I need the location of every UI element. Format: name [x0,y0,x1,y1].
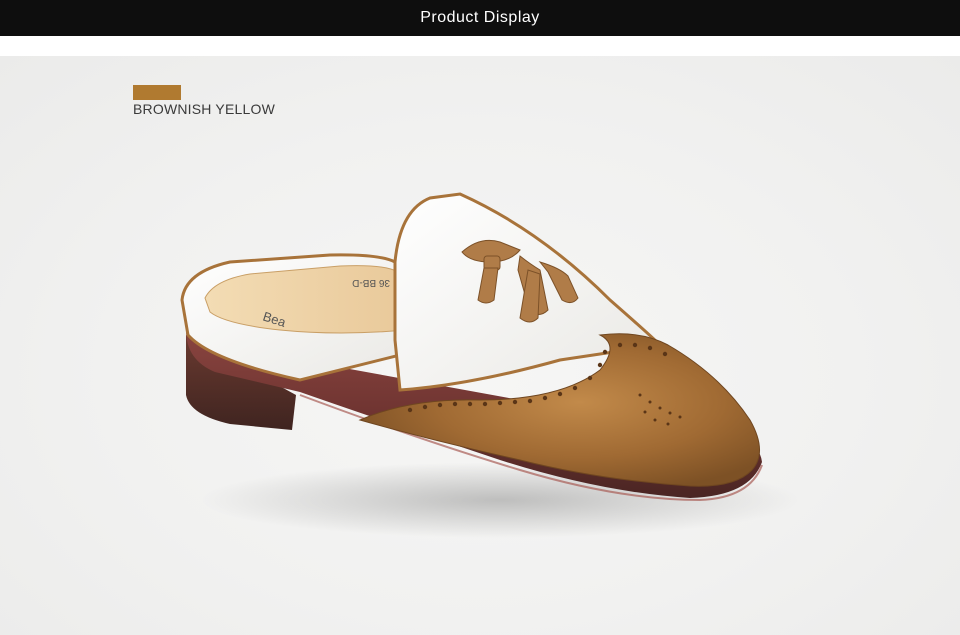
product-image: Bea 36 BB-D [180,192,800,538]
insole-size: 36 BB-D [352,277,390,288]
